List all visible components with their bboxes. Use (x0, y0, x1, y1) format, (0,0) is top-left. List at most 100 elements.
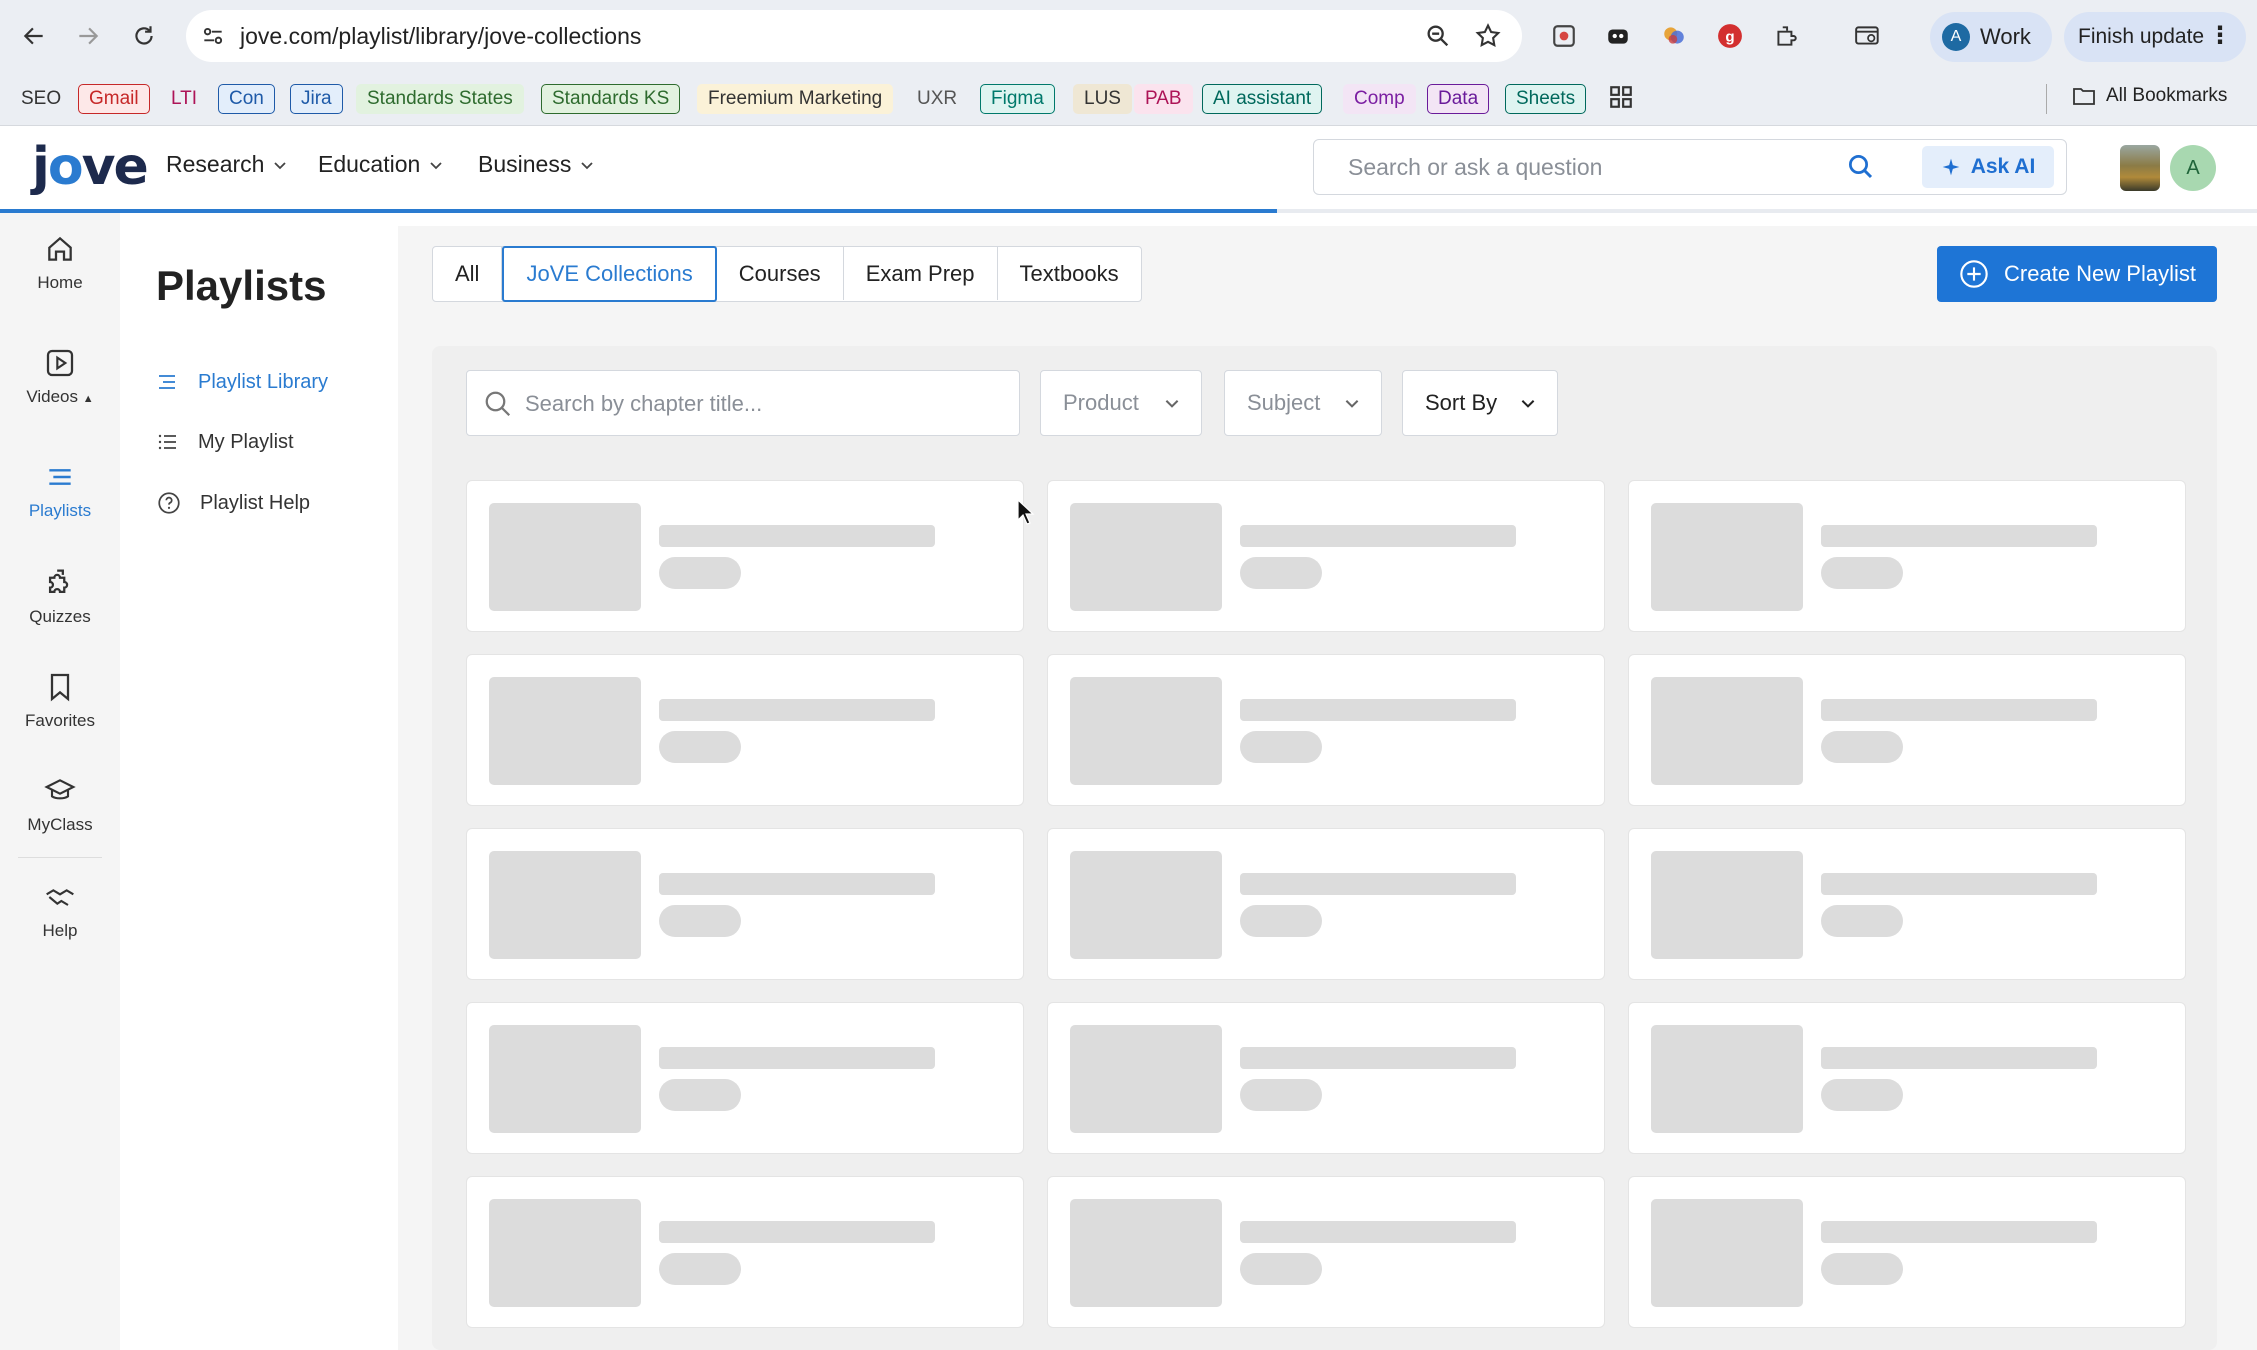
text-placeholder (659, 699, 935, 721)
tab-jove-collections[interactable]: JoVE Collections (502, 245, 717, 302)
playlist-card-placeholder (1628, 480, 2186, 632)
left-nav-home[interactable]: Home (0, 233, 120, 293)
forward-icon[interactable] (68, 16, 108, 56)
bookmark-item[interactable]: Freemium Marketing (697, 84, 894, 114)
list-icon (158, 434, 176, 450)
text-placeholder (1821, 873, 2097, 895)
grammarly-icon[interactable]: g (1714, 20, 1746, 52)
bookmark-item[interactable]: PAB (1134, 84, 1193, 114)
bookmark-item[interactable]: Sheets (1505, 84, 1587, 114)
playlist-card-placeholder (1047, 654, 1605, 806)
text-placeholder (1240, 557, 1322, 589)
product-dropdown[interactable]: Product (1040, 370, 1202, 436)
nav-business[interactable]: Business (478, 151, 595, 178)
jove-logo[interactable]: jove (32, 137, 149, 197)
menu-dots-icon[interactable]: ⋮ (2208, 24, 2232, 48)
url-text[interactable]: jove.com/playlist/library/jove-collectio… (240, 23, 641, 50)
extensions-icon[interactable] (1770, 20, 1802, 52)
bookmarks-divider (2046, 84, 2047, 114)
search-icon[interactable] (1846, 152, 1876, 187)
playlist-card-placeholder (466, 828, 1024, 980)
text-placeholder (1821, 731, 1903, 763)
finish-update-label: Finish update (2078, 25, 2205, 48)
site-search-input[interactable]: Search or ask a question (1348, 154, 1602, 181)
site-settings-icon[interactable] (200, 23, 226, 54)
playlist-card-placeholder (1628, 1176, 2186, 1328)
nav-research[interactable]: Research (166, 151, 288, 178)
bookmark-item[interactable]: Figma (980, 84, 1055, 114)
reload-icon[interactable] (124, 16, 164, 56)
sidebar-item-playlist-help[interactable]: Playlist Help (156, 490, 310, 516)
left-nav-favorites[interactable]: Favorites (0, 671, 120, 731)
thumbnail-placeholder (489, 851, 641, 959)
chevron-down-icon (581, 161, 593, 169)
color-extension-icon[interactable] (1658, 20, 1690, 52)
create-new-playlist-button[interactable]: Create New Playlist (1937, 246, 2217, 302)
sort-by-dropdown[interactable]: Sort By (1402, 370, 1558, 436)
thumbnail-placeholder (1070, 677, 1222, 785)
star-icon[interactable] (1474, 22, 1502, 55)
bookmark-item[interactable]: Con (218, 84, 275, 114)
bookmark-item[interactable]: UXR (906, 84, 968, 114)
screenshot-extension-icon[interactable] (1548, 20, 1580, 52)
thumbnail-placeholder (489, 1199, 641, 1307)
sidebar-item-playlist-library[interactable]: Playlist Library (156, 370, 328, 394)
profile-label: Work (1980, 24, 2031, 49)
left-nav-help[interactable]: Help (0, 881, 120, 941)
caret-down-icon: ▲ (82, 393, 94, 405)
profile-button[interactable]: A Work (1930, 12, 2052, 62)
thumbnail-placeholder (1070, 1199, 1222, 1307)
address-bar[interactable]: jove.com/playlist/library/jove-collectio… (186, 10, 1522, 62)
bookmark-item[interactable]: Jira (290, 84, 343, 114)
bookmark-item[interactable]: Comp (1343, 84, 1416, 114)
site-header: jove Research Education Business Search … (0, 127, 2257, 212)
video-icon (46, 349, 74, 377)
site-search[interactable]: Search or ask a question Ask AI (1313, 139, 2067, 195)
left-nav-myclass[interactable]: MyClass (0, 775, 120, 835)
bookmark-item[interactable]: LUS (1073, 84, 1132, 114)
sidebar-item-my-playlist[interactable]: My Playlist (156, 430, 294, 454)
institution-image[interactable] (2120, 145, 2160, 191)
bookmark-item[interactable]: Data (1427, 84, 1490, 114)
subject-dropdown[interactable]: Subject (1224, 370, 1382, 436)
bookmark-item[interactable]: LTI (160, 84, 208, 114)
playlist-card-placeholder (466, 1176, 1024, 1328)
zoom-icon[interactable] (1424, 22, 1452, 55)
left-nav-quizzes[interactable]: Quizzes (0, 565, 120, 627)
left-nav-videos[interactable]: Videos ▲ (0, 347, 120, 407)
finish-update-button[interactable]: Finish update ⋮ (2064, 12, 2246, 62)
game-extension-icon[interactable] (1602, 20, 1634, 52)
tab-textbooks[interactable]: Textbooks (998, 247, 1141, 300)
tab-search-icon[interactable] (1852, 20, 1884, 52)
text-placeholder (659, 1079, 741, 1111)
bookmark-item[interactable]: Gmail (78, 84, 150, 114)
playlist-card-placeholder (466, 654, 1024, 806)
all-bookmarks-button[interactable]: All Bookmarks (2072, 85, 2227, 107)
text-placeholder (1821, 699, 2097, 721)
text-placeholder (1821, 905, 1903, 937)
ask-ai-button[interactable]: Ask AI (1922, 146, 2054, 188)
bookmark-item[interactable]: Standards States (356, 84, 524, 114)
tab-all[interactable]: All (433, 247, 503, 300)
puzzle-icon (48, 569, 69, 594)
text-placeholder (659, 1047, 935, 1069)
user-avatar[interactable]: A (2170, 145, 2216, 191)
left-nav-playlists[interactable]: Playlists (0, 461, 120, 521)
text-placeholder (1240, 699, 1516, 721)
nav-education[interactable]: Education (318, 151, 444, 178)
playlist-card-placeholder (1628, 1002, 2186, 1154)
playlist-card-placeholder (466, 480, 1024, 632)
search-icon (483, 389, 513, 424)
tab-courses[interactable]: Courses (717, 247, 844, 300)
tab-exam-prep[interactable]: Exam Prep (844, 247, 998, 300)
help-circle-icon (158, 492, 180, 514)
chevron-down-icon (430, 161, 442, 169)
bookmark-item[interactable]: SEO (10, 84, 72, 114)
bookmark-item[interactable]: AI assistant (1202, 84, 1323, 114)
bookmark-item[interactable]: Standards KS (541, 84, 681, 114)
mouse-cursor-icon (1016, 498, 1036, 531)
apps-grid-icon[interactable] (1608, 84, 1634, 115)
chapter-search-input[interactable]: Search by chapter title... (466, 370, 1020, 436)
text-placeholder (1240, 1221, 1516, 1243)
back-icon[interactable] (14, 16, 54, 56)
